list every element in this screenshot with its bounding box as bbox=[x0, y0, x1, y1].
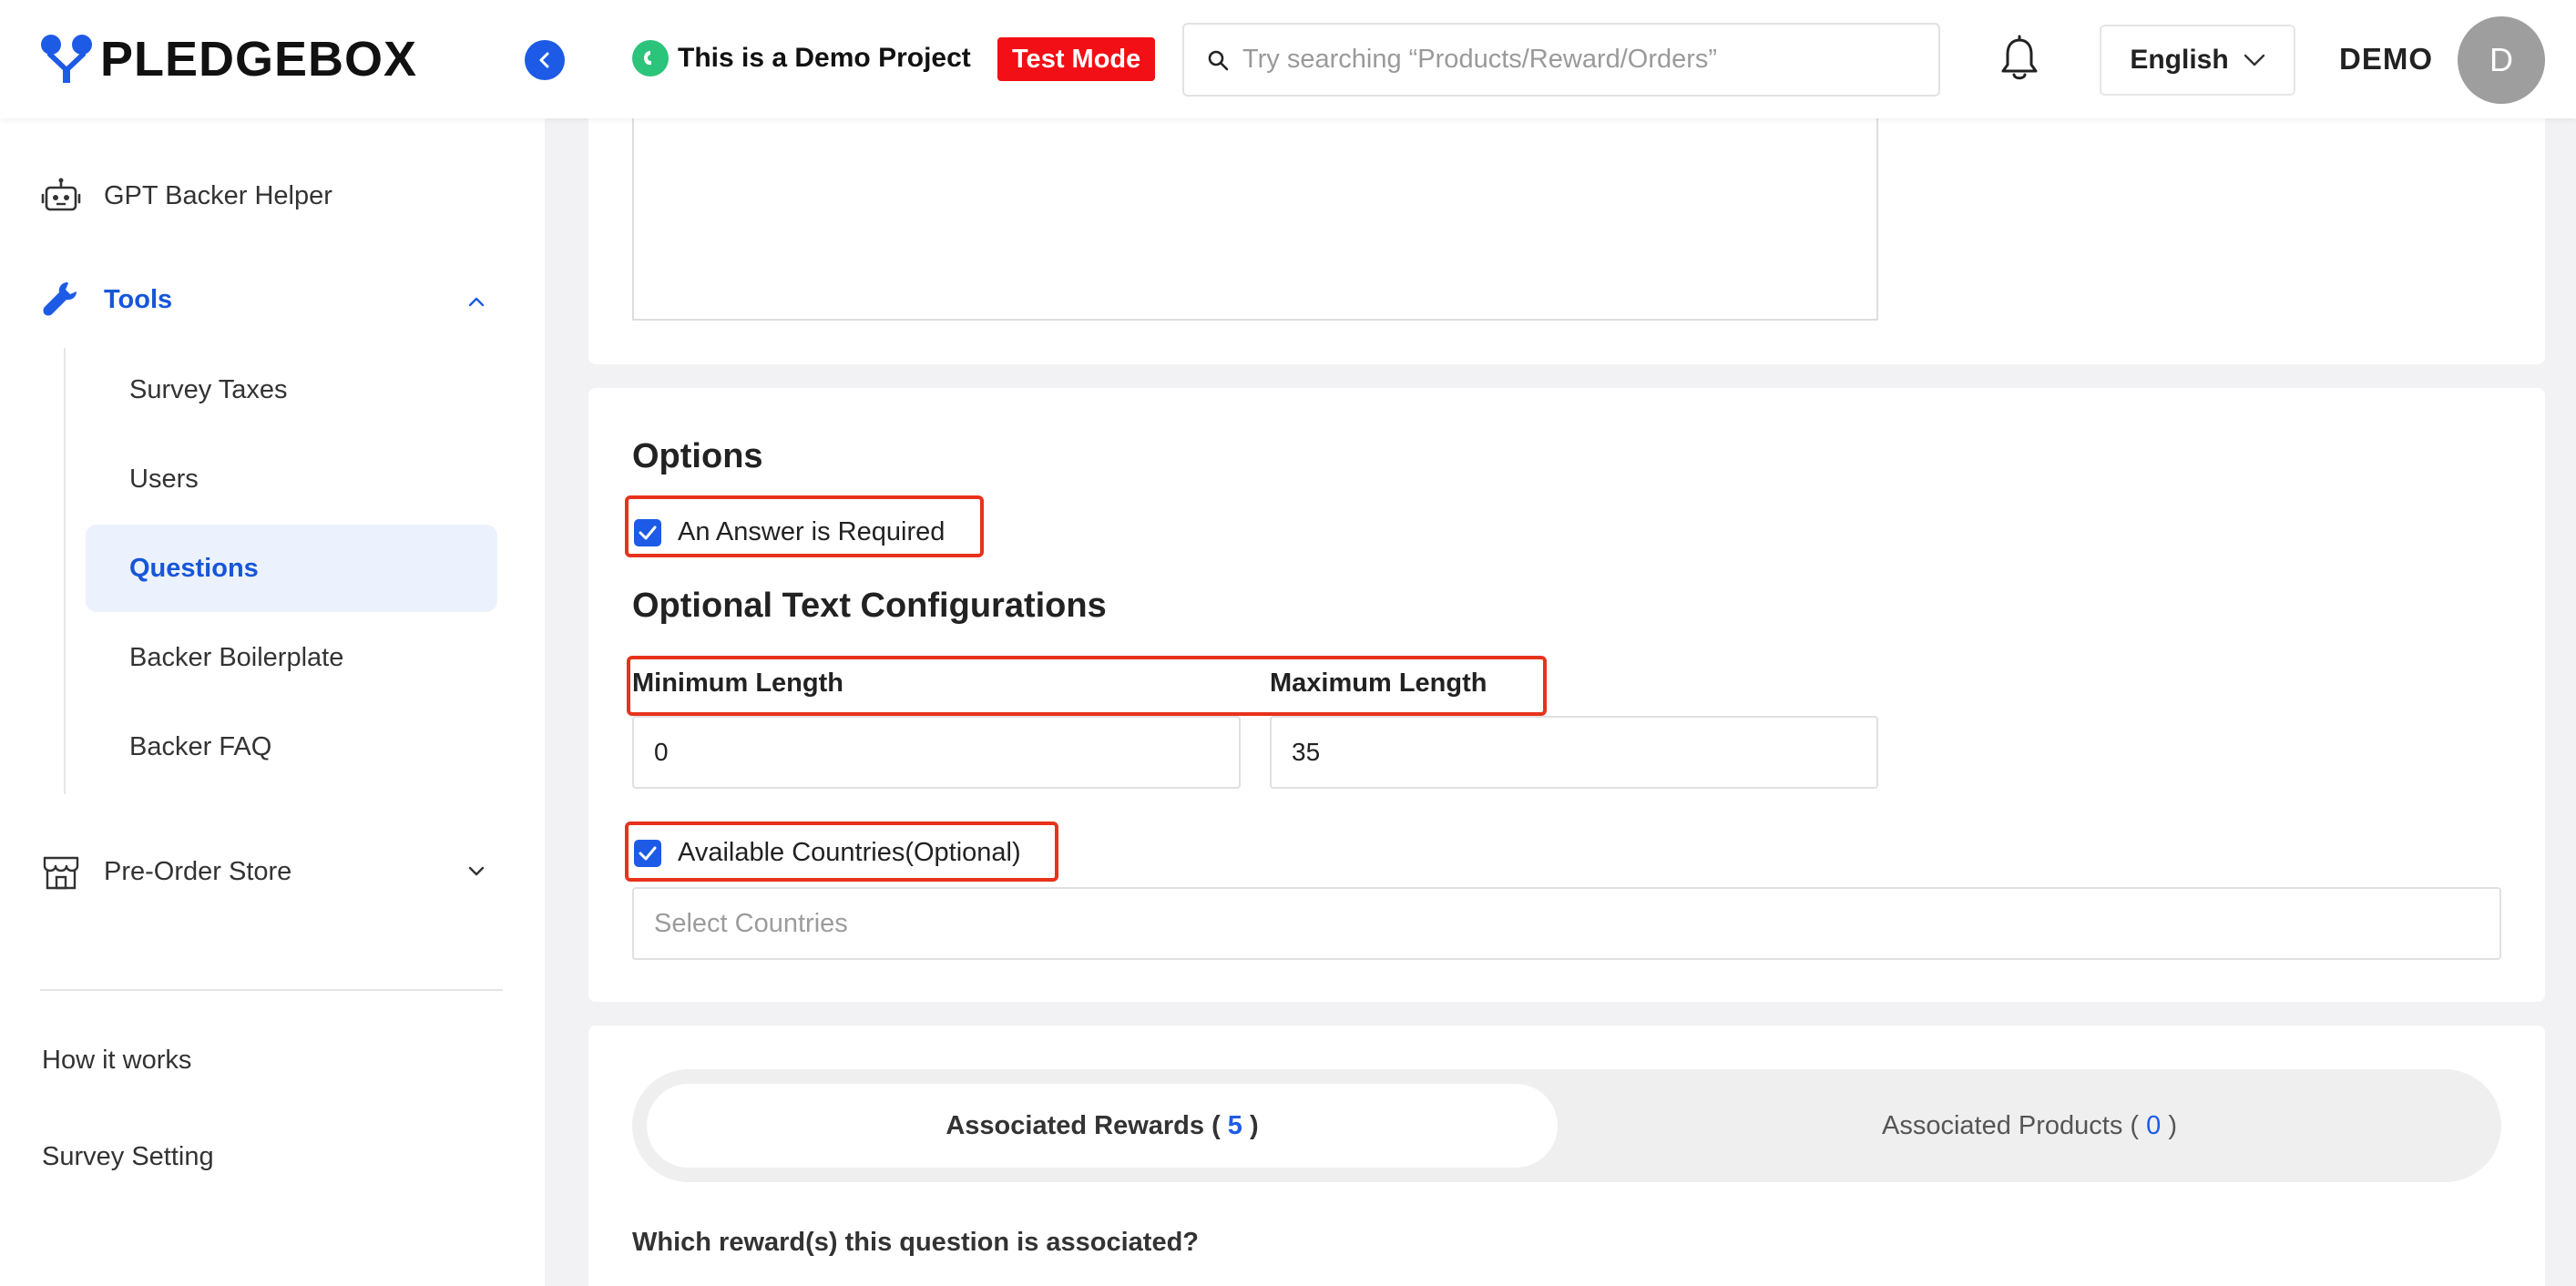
bell-icon bbox=[2001, 35, 2038, 80]
tab-label: Associated Rewards ( bbox=[946, 1110, 1228, 1140]
logo-text: PLEDGEBOX bbox=[100, 32, 418, 87]
language-select[interactable]: English bbox=[2100, 25, 2295, 96]
tab-associated-rewards[interactable]: Associated Rewards ( 5 ) bbox=[647, 1084, 1558, 1168]
sidebar-item-survey-setting[interactable]: Survey Setting bbox=[42, 1142, 214, 1172]
sidebar-item-label: Survey Setting bbox=[42, 1142, 214, 1171]
chevron-down-icon bbox=[2244, 54, 2264, 66]
rewards-count: 5 bbox=[1227, 1110, 1242, 1140]
check-icon bbox=[639, 846, 657, 860]
chevron-left-icon bbox=[539, 52, 549, 68]
max-length-label: Maximum Length bbox=[1270, 669, 1487, 698]
available-countries-checkbox[interactable]: Available Countries(Optional) bbox=[634, 838, 1021, 868]
text-config-title: Optional Text Configurations bbox=[632, 587, 1107, 625]
sidebar-item-users[interactable]: Users bbox=[86, 435, 497, 523]
sidebar-item-label: How it works bbox=[42, 1046, 192, 1075]
user-name[interactable]: DEMO bbox=[2339, 42, 2433, 77]
store-icon bbox=[40, 851, 82, 893]
question-textarea[interactable] bbox=[632, 118, 1878, 321]
project-selector[interactable]: This is a Demo Project bbox=[632, 40, 971, 77]
select-countries-dropdown[interactable]: Select Countries bbox=[632, 887, 2501, 960]
project-name: This is a Demo Project bbox=[678, 43, 971, 73]
association-question: Which reward(s) this question is associa… bbox=[632, 1228, 1200, 1257]
pledgebox-logo-icon bbox=[41, 35, 92, 83]
project-icon bbox=[632, 40, 669, 77]
check-icon bbox=[639, 526, 657, 539]
notifications-button[interactable] bbox=[1998, 35, 2041, 84]
answer-required-checkbox[interactable]: An Answer is Required bbox=[634, 517, 945, 547]
tab-label-suffix: ) bbox=[2161, 1110, 2177, 1140]
sidebar-item-backer-faq[interactable]: Backer FAQ bbox=[86, 703, 497, 791]
products-count: 0 bbox=[2146, 1110, 2162, 1140]
sidebar-item-survey-taxes[interactable]: Survey Taxes bbox=[86, 346, 497, 434]
collapse-sidebar-button[interactable] bbox=[525, 40, 565, 80]
chevron-up-icon[interactable] bbox=[466, 295, 486, 308]
sidebar-item-label: Pre-Order Store bbox=[104, 856, 292, 886]
sidebar-item-label: GPT Backer Helper bbox=[104, 180, 332, 210]
logo[interactable]: PLEDGEBOX bbox=[40, 31, 417, 87]
search-icon bbox=[1208, 50, 1229, 70]
sidebar-item-label: Tools bbox=[104, 284, 173, 314]
search-input[interactable] bbox=[1242, 45, 1917, 75]
sidebar-item-gpt-backer-helper[interactable]: GPT Backer Helper bbox=[40, 175, 332, 217]
tab-label-suffix: ) bbox=[1242, 1110, 1259, 1140]
language-label: English bbox=[2130, 45, 2229, 75]
wrench-icon bbox=[40, 279, 82, 321]
robot-icon bbox=[40, 175, 82, 217]
sidebar-item-tools[interactable]: Tools bbox=[40, 279, 172, 321]
top-header: PLEDGEBOX This is a Demo Project Test Mo… bbox=[0, 0, 2576, 118]
sidebar-item-backer-boilerplate[interactable]: Backer Boilerplate bbox=[86, 614, 497, 701]
association-tabs: Associated Rewards ( 5 ) Associated Prod… bbox=[632, 1069, 2501, 1182]
chevron-down-icon[interactable] bbox=[466, 865, 486, 878]
sidebar: GPT Backer Helper Tools Survey Taxes Use… bbox=[0, 118, 545, 1286]
submenu-line bbox=[64, 348, 66, 794]
answer-required-label: An Answer is Required bbox=[678, 517, 946, 546]
options-title: Options bbox=[632, 437, 763, 475]
tab-label: Associated Products ( bbox=[1882, 1110, 2147, 1140]
sidebar-divider bbox=[40, 989, 503, 991]
min-length-label: Minimum Length bbox=[632, 669, 843, 698]
checkbox-checked[interactable] bbox=[634, 518, 661, 546]
avatar[interactable]: D bbox=[2458, 16, 2545, 104]
tab-associated-products[interactable]: Associated Products ( 0 ) bbox=[1572, 1084, 2487, 1168]
sidebar-item-how-it-works[interactable]: How it works bbox=[42, 1046, 191, 1076]
test-mode-badge: Test Mode bbox=[997, 37, 1156, 81]
sidebar-item-questions[interactable]: Questions bbox=[86, 525, 497, 612]
available-countries-label: Available Countries(Optional) bbox=[678, 838, 1021, 867]
search-bar[interactable] bbox=[1182, 23, 1940, 97]
sidebar-item-pre-order-store[interactable]: Pre-Order Store bbox=[40, 851, 291, 893]
max-length-input[interactable] bbox=[1270, 716, 1878, 789]
checkbox-checked[interactable] bbox=[634, 839, 661, 867]
min-length-input[interactable] bbox=[632, 716, 1241, 789]
